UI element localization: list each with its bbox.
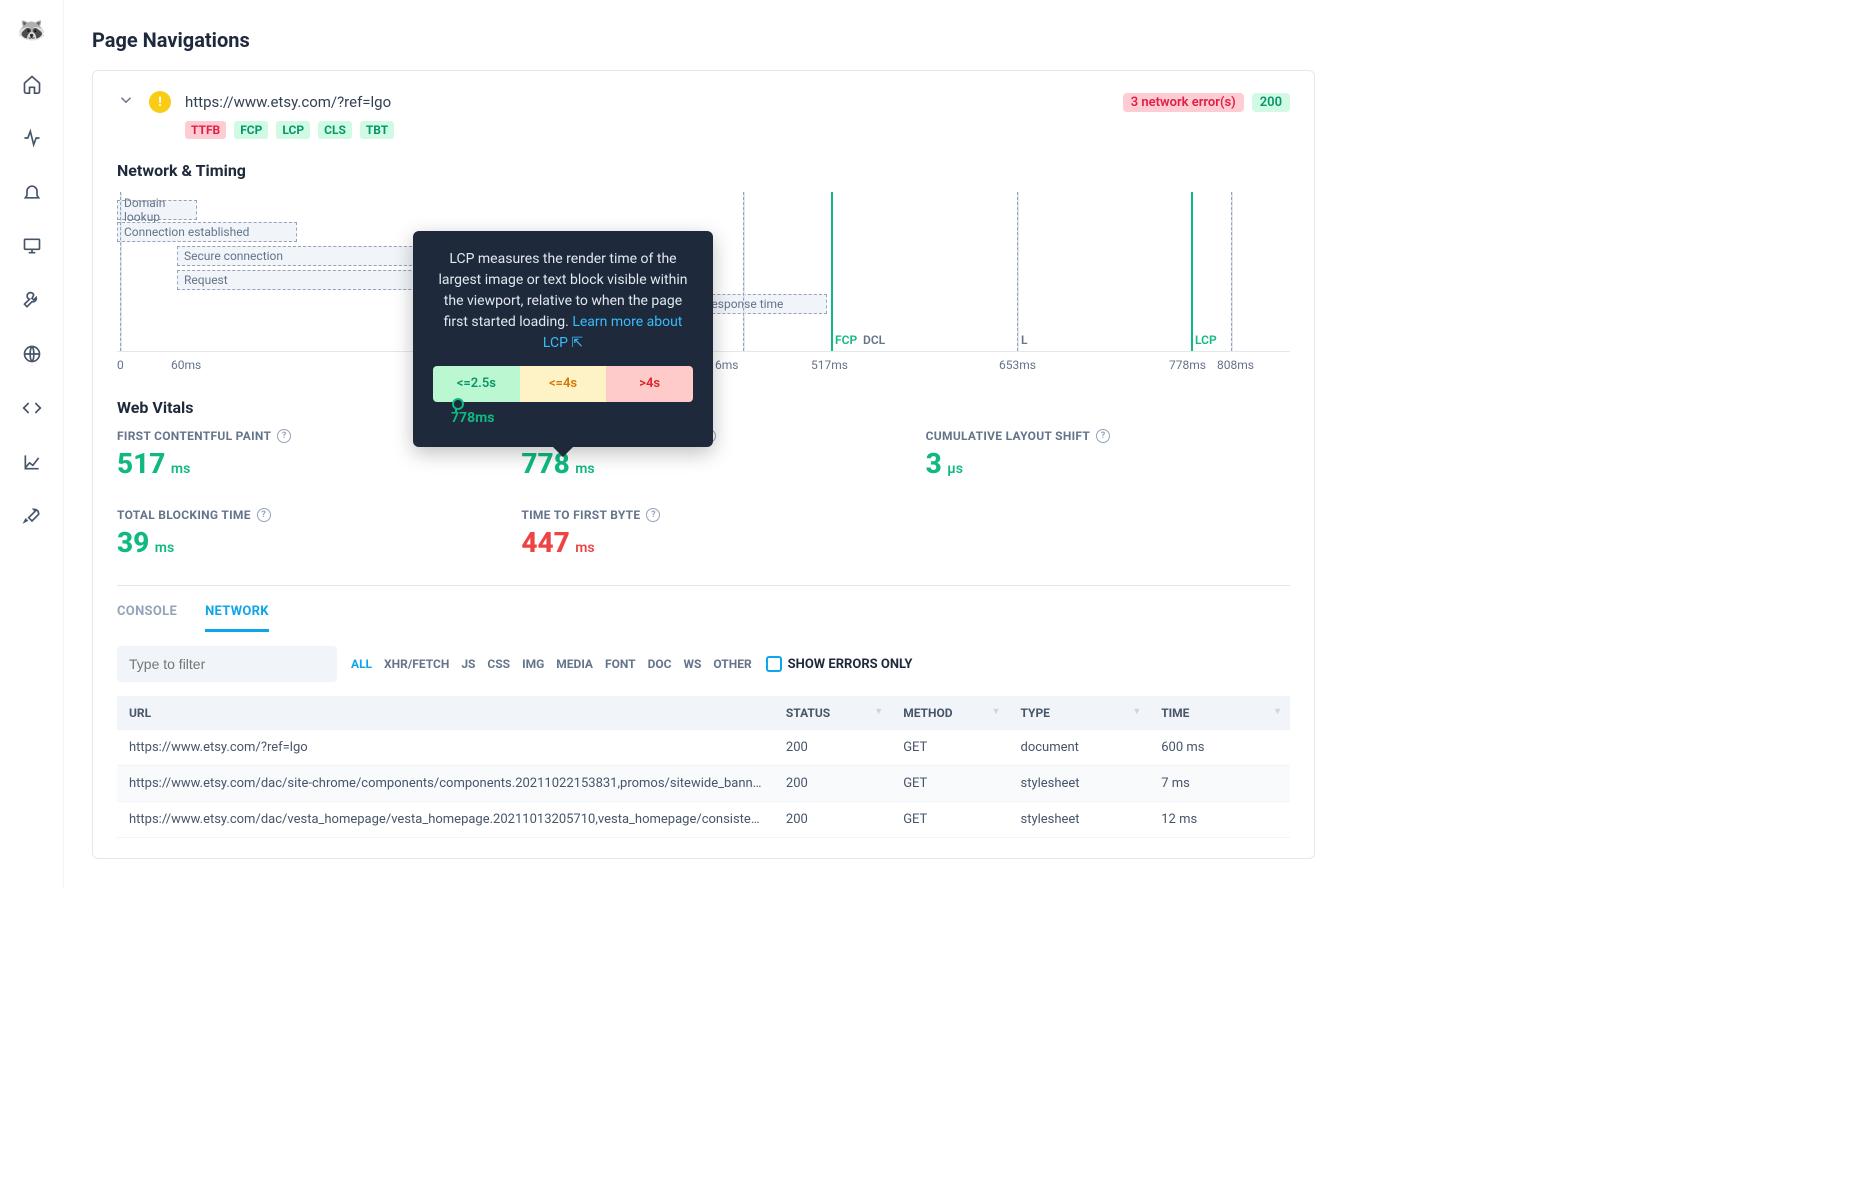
help-icon[interactable]: ? — [1096, 429, 1110, 443]
th-time[interactable]: TIME▼ — [1149, 696, 1290, 730]
marker-end-line — [1231, 192, 1233, 351]
filter-xhr-fetch[interactable]: XHR/FETCH — [384, 657, 449, 671]
label-l: L — [1021, 333, 1028, 347]
main: Page Navigations ! https://www.etsy.com/… — [64, 0, 1343, 888]
threshold-scale: <=2.5s <=4s >4s — [433, 366, 693, 402]
marker-start — [120, 192, 122, 351]
divider — [117, 585, 1290, 586]
table-row[interactable]: https://www.etsy.com/dac/vesta_homepage/… — [117, 802, 1290, 838]
nav-bell-icon[interactable] — [14, 174, 50, 210]
nav-pulse-icon[interactable] — [14, 120, 50, 156]
status-badge: 200 — [1252, 93, 1290, 112]
detail-tabs: CONSOLE NETWORK — [117, 604, 1290, 632]
web-vitals-grid: FIRST CONTENTFUL PAINT ?517 msLARGEST CO… — [117, 429, 1290, 559]
network-toolbar: ALLXHR/FETCHJSCSSIMGMEDIAFONTDOCWSOTHER … — [117, 646, 1290, 682]
section-timing-title: Network & Timing — [117, 161, 1290, 180]
help-icon[interactable]: ? — [277, 429, 291, 443]
navigation-card: ! https://www.etsy.com/?ref=lgo 3 networ… — [92, 70, 1315, 859]
pill-cls: CLS — [318, 121, 352, 139]
logo: 🦝 — [14, 12, 50, 48]
marker-fcp-line — [831, 192, 833, 351]
nav-home-icon[interactable] — [14, 66, 50, 102]
filter-js[interactable]: JS — [461, 657, 475, 671]
help-icon[interactable]: ? — [257, 508, 271, 522]
marker-dcl-line — [743, 192, 745, 351]
th-status[interactable]: STATUS▼ — [774, 696, 891, 730]
bar-response: Response time — [697, 294, 827, 314]
warning-icon: ! — [149, 91, 171, 113]
nav-code-icon[interactable] — [14, 390, 50, 426]
tab-console[interactable]: CONSOLE — [117, 604, 177, 632]
filter-input[interactable] — [117, 646, 337, 682]
vital-pills: TTFB FCP LCP CLS TBT — [185, 121, 1290, 139]
label-lcp: LCP — [1195, 333, 1217, 347]
tab-network[interactable]: NETWORK — [205, 604, 269, 632]
pill-ttfb: TTFB — [185, 121, 226, 139]
bar-secure: Secure connection — [177, 246, 417, 266]
checkbox-icon — [766, 656, 782, 672]
marker-l-line — [1017, 192, 1019, 351]
filter-media[interactable]: MEDIA — [556, 657, 593, 671]
nav-rocket-icon[interactable] — [14, 498, 50, 534]
errors-only-toggle[interactable]: SHOW ERRORS ONLY — [766, 656, 913, 672]
network-table: URL STATUS▼ METHOD▼ TYPE▼ TIME▼ https://… — [117, 696, 1290, 838]
marker-lcp-line — [1191, 192, 1193, 351]
table-row[interactable]: https://www.etsy.com/dac/site-chrome/com… — [117, 766, 1290, 802]
error-badge: 3 network error(s) — [1123, 93, 1244, 112]
navigation-url: https://www.etsy.com/?ref=lgo — [185, 93, 391, 111]
type-filters: ALL XHR/FETCH JS CSS IMG MEDIA FONT DOC WS OTHER — [351, 657, 752, 671]
sidebar: 🦝 — [0, 0, 64, 888]
help-icon[interactable]: ? — [646, 508, 660, 522]
table-row[interactable]: https://www.etsy.com/?ref=lgo200GETdocum… — [117, 730, 1290, 766]
pill-tbt: TBT — [360, 121, 394, 139]
vital-total-blocking-time: TOTAL BLOCKING TIME ?39 ms — [117, 508, 481, 559]
lcp-tooltip: LCP measures the render time of the larg… — [413, 231, 713, 447]
label-dcl: DCL — [863, 333, 885, 347]
filter-img[interactable]: IMG — [522, 657, 544, 671]
bar-domain-lookup: Domain lookup — [117, 200, 197, 220]
filter-css[interactable]: CSS — [487, 657, 510, 671]
nav-chart-icon[interactable] — [14, 444, 50, 480]
tooltip-marker: 778ms — [433, 408, 693, 429]
filter-other[interactable]: OTHER — [713, 657, 751, 671]
pill-lcp: LCP — [276, 121, 310, 139]
vital-time-to-first-byte: TIME TO FIRST BYTE ?447 ms — [521, 508, 885, 559]
vital-cumulative-layout-shift: CUMULATIVE LAYOUT SHIFT ?3 µs — [926, 429, 1290, 480]
filter-doc[interactable]: DOC — [648, 657, 672, 671]
filter-ws[interactable]: WS — [684, 657, 702, 671]
chevron-down-icon[interactable] — [117, 91, 135, 113]
filter-font[interactable]: FONT — [605, 657, 636, 671]
pill-fcp: FCP — [234, 121, 268, 139]
nav-wrench-icon[interactable] — [14, 282, 50, 318]
bar-connection: Connection established — [117, 222, 297, 242]
filter-all[interactable]: ALL — [351, 657, 372, 671]
nav-monitor-icon[interactable] — [14, 228, 50, 264]
nav-globe-icon[interactable] — [14, 336, 50, 372]
th-type[interactable]: TYPE▼ — [1008, 696, 1149, 730]
page-title: Page Navigations — [92, 28, 1315, 52]
th-method[interactable]: METHOD▼ — [891, 696, 1008, 730]
th-url[interactable]: URL — [117, 696, 774, 730]
label-fcp: FCP — [835, 333, 857, 347]
